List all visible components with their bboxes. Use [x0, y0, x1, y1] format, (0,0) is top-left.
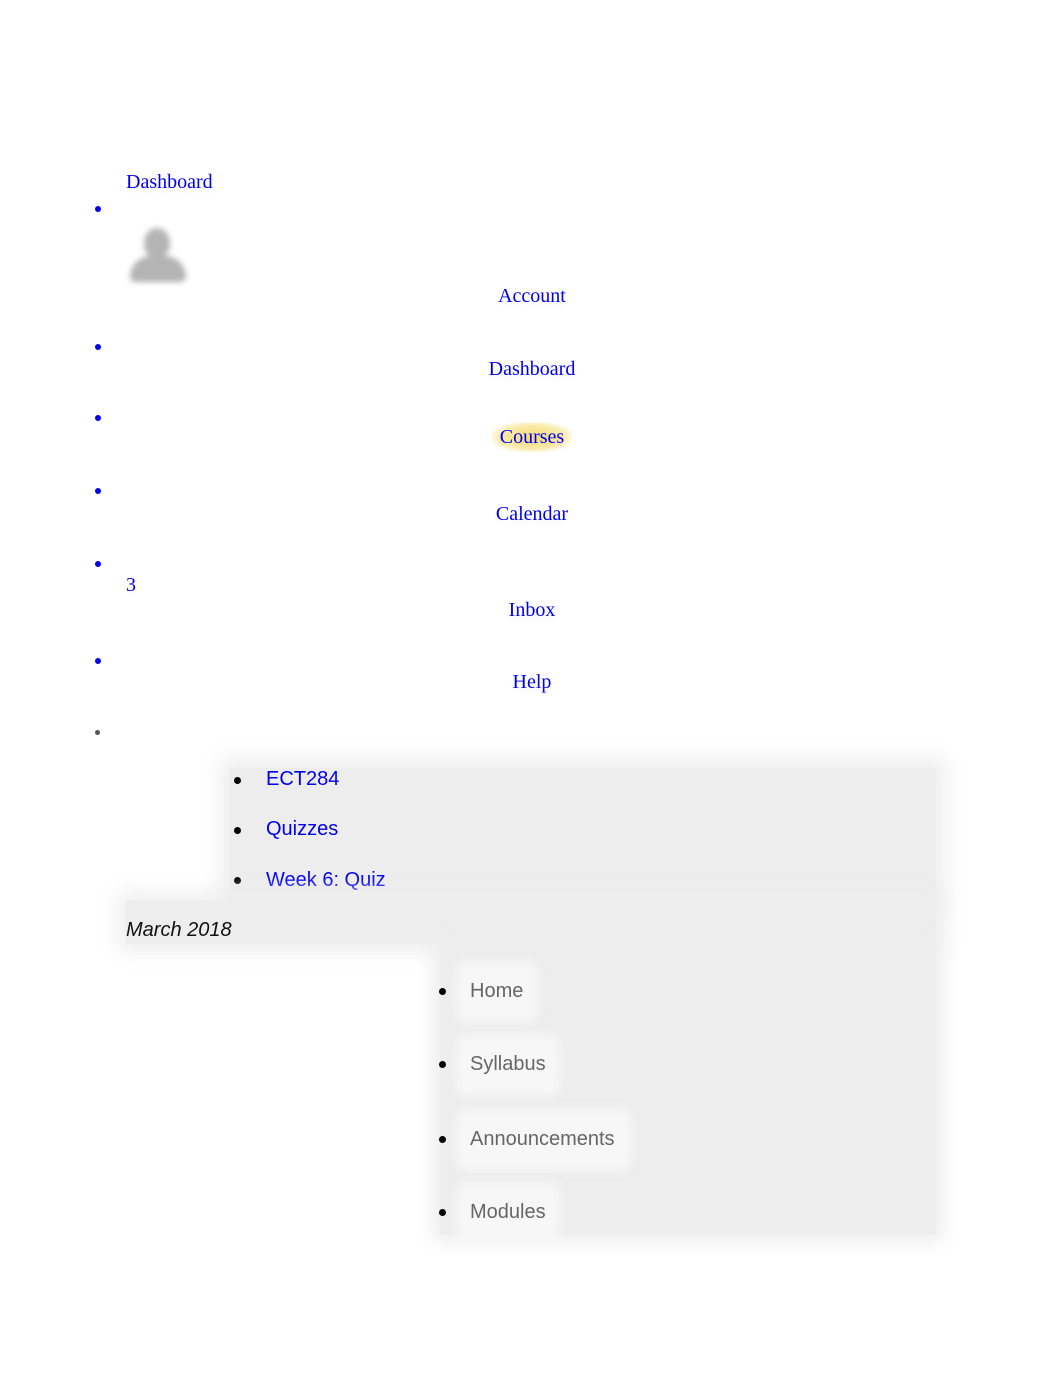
dashboard-logo-link[interactable]: Dashboard	[126, 171, 213, 194]
global-nav-dashboard[interactable]: Dashboard	[432, 358, 632, 381]
list-bullet	[95, 344, 101, 350]
list-bullet	[95, 561, 101, 567]
breadcrumb-bullet	[234, 827, 241, 834]
breadcrumb-quizzes[interactable]: Quizzes	[266, 818, 338, 841]
global-nav-courses[interactable]: Courses	[491, 422, 573, 452]
list-bullet	[95, 206, 101, 212]
course-nav-bullet	[439, 1209, 446, 1216]
list-bullet	[95, 658, 101, 664]
breadcrumb-course[interactable]: ECT284	[266, 768, 339, 791]
term-panel	[126, 900, 936, 944]
course-nav-syllabus[interactable]: Syllabus	[470, 1053, 546, 1076]
avatar-body	[130, 256, 186, 282]
breadcrumb-current-quiz[interactable]: Week 6: Quiz	[266, 869, 386, 892]
global-nav-courses-item[interactable]: Courses	[432, 422, 632, 452]
course-nav-announcements[interactable]: Announcements	[470, 1128, 615, 1151]
course-nav-bullet	[439, 1061, 446, 1068]
course-nav-bullet	[439, 988, 446, 995]
course-nav-modules[interactable]: Modules	[470, 1201, 546, 1224]
list-bullet	[95, 488, 101, 494]
global-nav-help[interactable]: Help	[432, 671, 632, 694]
breadcrumb-bullet	[234, 777, 241, 784]
course-nav-bullet	[439, 1136, 446, 1143]
global-nav-account[interactable]: Account	[432, 285, 632, 308]
list-bullet	[95, 415, 101, 421]
global-nav-calendar[interactable]: Calendar	[432, 503, 632, 526]
inbox-unread-badge: 3	[126, 574, 136, 596]
breadcrumb-bullet	[234, 877, 241, 884]
term-label: March 2018	[126, 919, 232, 941]
avatar-icon[interactable]	[126, 224, 190, 288]
avatar-head	[144, 228, 170, 258]
list-bullet	[95, 730, 100, 735]
global-nav-inbox[interactable]: Inbox	[432, 599, 632, 622]
course-nav-home[interactable]: Home	[470, 980, 523, 1003]
